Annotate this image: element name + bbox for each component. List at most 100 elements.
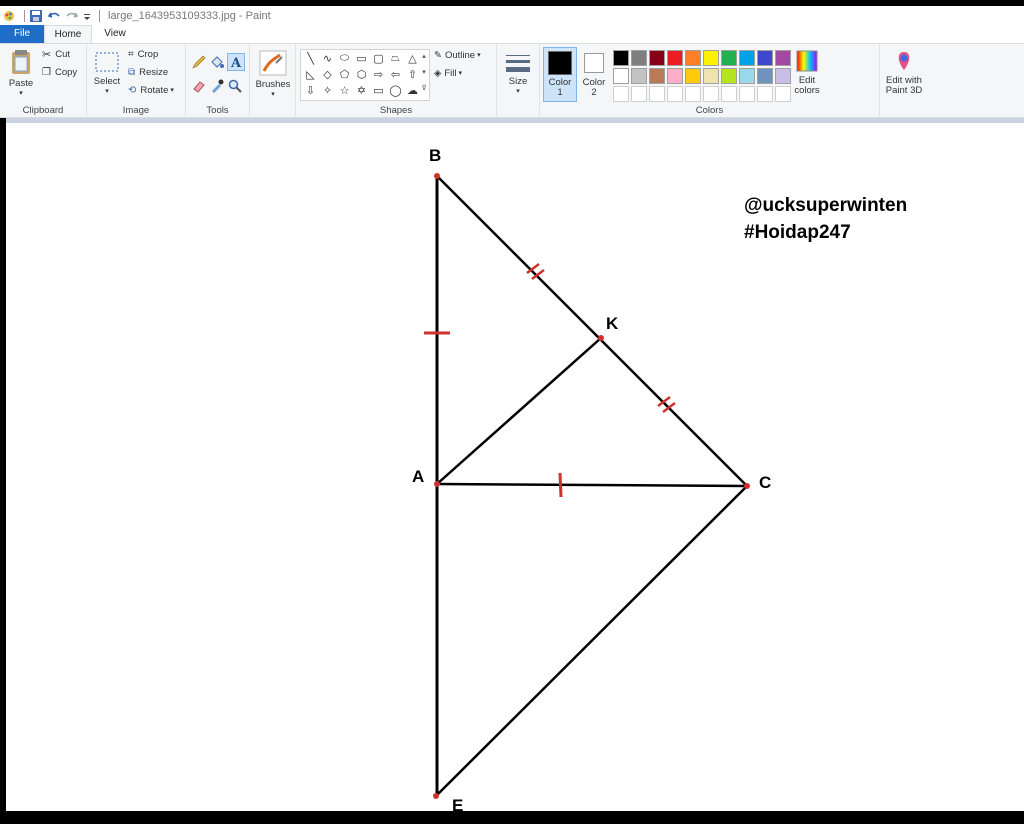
customize-qa-icon[interactable] <box>83 9 91 23</box>
fill-button[interactable]: ◈ Fill ▾ <box>434 69 462 79</box>
clipboard-group: Paste ▾ ✂ Cut ❐ Copy Clipboard <box>0 44 87 118</box>
palette-swatch[interactable] <box>721 68 737 84</box>
palette-swatch[interactable] <box>685 86 701 102</box>
diamond-shape-icon[interactable]: ◇ <box>319 66 336 82</box>
cut-button[interactable]: ✂ Cut <box>42 49 71 61</box>
size-icon <box>506 55 530 72</box>
ribbon: Paste ▾ ✂ Cut ❐ Copy Clipboard Select ▾ … <box>0 43 1024 118</box>
edit-with-paint3d-button[interactable]: Edit with Paint 3D <box>883 49 925 96</box>
outline-button[interactable]: ✎ Outline ▾ <box>434 51 481 61</box>
palette-swatch[interactable] <box>703 86 719 102</box>
four-point-star-shape-icon[interactable]: ✧ <box>319 82 336 98</box>
tab-file[interactable]: File <box>0 25 44 43</box>
paint3d-group: Edit with Paint 3D <box>880 44 1024 118</box>
colors-group: Color 1 Color 2 Edit colors Colors <box>540 44 880 118</box>
shapes-scroll[interactable]: ▴ ▾ ⊽ <box>418 49 430 101</box>
rectangle-shape-icon[interactable]: ▭ <box>353 50 370 66</box>
oval-shape-icon[interactable]: ⬭ <box>336 50 353 66</box>
palette-swatch[interactable] <box>613 50 629 66</box>
five-point-star-shape-icon[interactable]: ☆ <box>336 82 353 98</box>
color1-swatch <box>548 51 572 75</box>
watermark-hashtag: #Hoidap247 <box>744 222 851 243</box>
color-picker-icon[interactable] <box>209 78 225 94</box>
palette-swatch[interactable] <box>649 50 665 66</box>
undo-icon[interactable] <box>47 9 61 23</box>
palette-swatch[interactable] <box>757 86 773 102</box>
palette-swatch[interactable] <box>631 68 647 84</box>
palette-swatch[interactable] <box>667 68 683 84</box>
save-icon[interactable] <box>29 9 43 23</box>
paste-button[interactable]: Paste ▾ <box>4 48 38 99</box>
palette-swatch[interactable] <box>757 68 773 84</box>
pencil-icon[interactable] <box>191 54 207 70</box>
palette-swatch[interactable] <box>631 50 647 66</box>
palette-swatch[interactable] <box>649 86 665 102</box>
fill-bucket-icon[interactable] <box>209 54 225 70</box>
fill-icon: ◈ <box>434 68 442 79</box>
crop-button[interactable]: ⌗ Crop <box>128 50 158 60</box>
quick-access-toolbar <box>0 6 104 25</box>
down-arrow-shape-icon[interactable]: ⇩ <box>302 82 319 98</box>
hexagon-shape-icon[interactable]: ⬡ <box>353 66 370 82</box>
copy-label: Copy <box>54 67 78 78</box>
redo-icon[interactable] <box>65 9 79 23</box>
palette-swatch[interactable] <box>703 50 719 66</box>
tick-AC <box>558 472 563 498</box>
palette-swatch[interactable] <box>775 50 791 66</box>
label-B: B <box>429 146 441 165</box>
palette-swatch[interactable] <box>631 86 647 102</box>
polygon-shape-icon[interactable]: ⏢ <box>387 50 404 66</box>
palette-swatch[interactable] <box>685 50 701 66</box>
left-arrow-shape-icon[interactable]: ⇦ <box>387 66 404 82</box>
outline-dropdown-arrow-icon: ▾ <box>477 52 481 59</box>
palette-swatch[interactable] <box>721 86 737 102</box>
edit-colors-button[interactable]: Edit colors <box>792 49 822 96</box>
drawing-canvas[interactable]: B K A C E @ucksuperwinten #Hoidap247 <box>6 123 1024 815</box>
curve-shape-icon[interactable]: ∿ <box>319 50 336 66</box>
color2-button[interactable]: Color 2 <box>579 47 609 102</box>
pentagon-shape-icon[interactable]: ⬠ <box>336 66 353 82</box>
size-dropdown-arrow-icon: ▾ <box>516 88 520 95</box>
palette-swatch[interactable] <box>721 50 737 66</box>
callout-oval-shape-icon[interactable]: ◯ <box>387 82 404 98</box>
magnifier-icon[interactable] <box>227 78 243 94</box>
paint-app-icon[interactable] <box>2 9 16 23</box>
size-button[interactable]: Size ▾ <box>502 52 534 97</box>
brushes-button[interactable]: Brushes ▾ <box>255 49 291 100</box>
palette-swatch[interactable] <box>613 68 629 84</box>
palette-swatch[interactable] <box>775 68 791 84</box>
rotate-button[interactable]: ⟲ Rotate ▾ <box>128 86 174 96</box>
palette-swatch[interactable] <box>739 86 755 102</box>
right-triangle-shape-icon[interactable]: ◺ <box>302 66 319 82</box>
resize-button[interactable]: ⧉ Resize <box>128 68 168 78</box>
eraser-icon[interactable] <box>191 78 207 94</box>
palette-swatch[interactable] <box>739 68 755 84</box>
callout-rectangle-shape-icon[interactable]: ▭ <box>370 82 387 98</box>
palette-swatch[interactable] <box>613 86 629 102</box>
cut-label: Cut <box>55 49 71 60</box>
palette-swatch[interactable] <box>739 50 755 66</box>
tab-home[interactable]: Home <box>44 25 92 43</box>
right-arrow-shape-icon[interactable]: ⇨ <box>370 66 387 82</box>
paste-icon <box>12 50 30 74</box>
copy-button[interactable]: ❐ Copy <box>42 68 77 78</box>
six-point-star-shape-icon[interactable]: ✡ <box>353 82 370 98</box>
tab-view[interactable]: View <box>92 25 138 43</box>
separator <box>24 9 25 22</box>
palette-swatch[interactable] <box>667 50 683 66</box>
palette-swatch[interactable] <box>775 86 791 102</box>
palette-swatch[interactable] <box>685 68 701 84</box>
fill-label: Fill <box>444 68 457 79</box>
brushes-label: Brushes <box>255 79 291 90</box>
color1-button[interactable]: Color 1 <box>543 47 577 102</box>
text-tool-icon[interactable]: A <box>227 53 245 71</box>
line-shape-icon[interactable]: ╲ <box>302 50 319 66</box>
rounded-rectangle-shape-icon[interactable]: ▢ <box>370 50 387 66</box>
palette-swatch[interactable] <box>667 86 683 102</box>
color2-number: 2 <box>591 87 597 98</box>
palette-swatch[interactable] <box>703 68 719 84</box>
clipboard-group-label: Clipboard <box>22 105 64 116</box>
palette-swatch[interactable] <box>757 50 773 66</box>
select-button[interactable]: Select ▾ <box>91 50 123 97</box>
palette-swatch[interactable] <box>649 68 665 84</box>
